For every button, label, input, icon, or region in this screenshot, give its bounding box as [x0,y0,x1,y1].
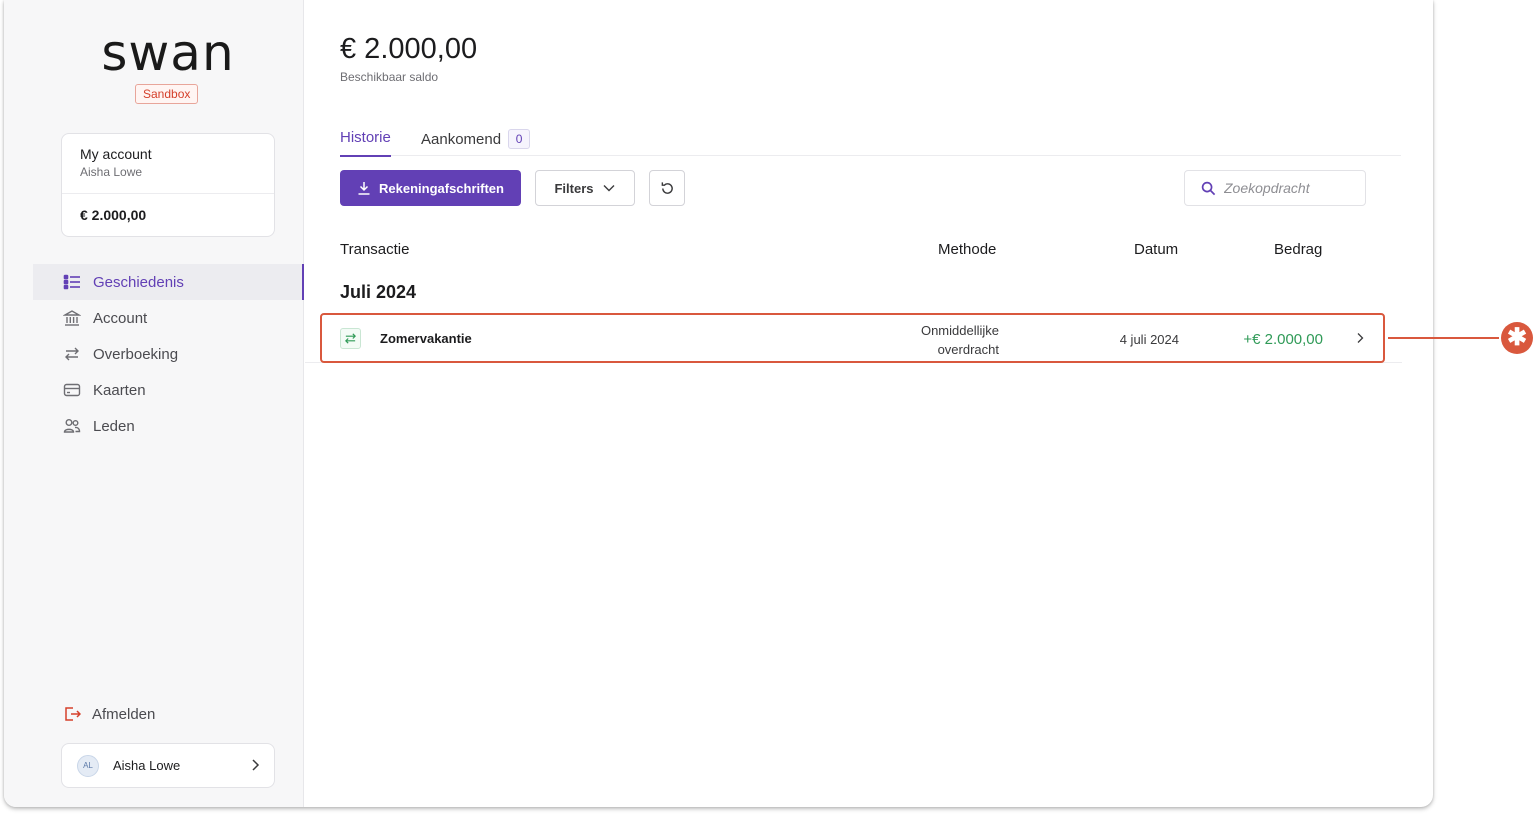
tab-bar: Historie Aankomend 0 [340,124,1401,157]
column-header-transaction: Transactie [340,241,410,258]
sidebar-item-label: Leden [93,417,135,435]
sidebar-item-overboeking[interactable]: Overboeking [33,336,304,372]
refresh-icon [660,181,675,196]
sidebar-nav: Geschiedenis Account Overboeking Kaarten… [33,264,304,444]
sidebar-item-label: Geschiedenis [93,273,184,291]
tab-historie[interactable]: Historie [340,129,391,157]
chevron-right-icon [248,758,262,777]
logout-label: Afmelden [92,705,156,723]
search-icon [1201,181,1216,196]
tab-label: Aankomend [421,131,502,148]
transaction-row[interactable]: Zomervakantie Onmiddellijke overdracht 4… [305,316,1402,363]
sidebar-item-leden[interactable]: Leden [33,408,304,444]
divider [62,193,274,194]
download-statements-button[interactable]: Rekeningafschriften [340,170,521,206]
user-name: Aisha Lowe [113,758,181,773]
members-icon [63,417,81,435]
sandbox-badge: Sandbox [135,84,199,104]
user-menu-button[interactable]: AL Aisha Lowe [61,743,275,788]
sidebar-item-account[interactable]: Account [33,300,304,336]
available-balance: € 2.000,00 [340,33,478,65]
list-icon [63,273,81,291]
sidebar-item-kaarten[interactable]: Kaarten [33,372,304,408]
sidebar-item-label: Account [93,309,148,327]
card-icon [63,381,81,399]
sidebar-item-label: Overboeking [93,345,179,363]
download-icon [357,181,371,195]
available-balance-label: Beschikbaar saldo [340,70,439,84]
transaction-name: Zomervakantie [380,331,472,346]
avatar: AL [77,754,99,777]
annotation-marker: ✱ [1501,322,1533,354]
tab-count-badge: 0 [508,129,531,149]
logout-button[interactable]: Afmelden [63,704,155,724]
transaction-method-line1: Onmiddellijke [920,323,999,338]
filters-button[interactable]: Filters [535,170,635,206]
logout-icon [63,705,81,723]
transaction-method: Onmiddellijke overdracht [869,321,999,359]
chevron-right-icon [1354,332,1366,344]
swan-logo: swan [101,24,235,82]
search-field[interactable] [1184,170,1366,206]
account-card[interactable]: My account Aisha Lowe € 2.000,00 [61,133,275,237]
transaction-date: 4 juli 2024 [1119,332,1179,347]
refresh-button[interactable] [649,170,685,206]
tab-aankomend[interactable]: Aankomend 0 [421,129,531,149]
transaction-method-line2: overdracht [937,342,999,357]
month-group-title: Juli 2024 [340,282,417,302]
sidebar: swan Sandbox My account Aisha Lowe € 2.0… [4,0,304,807]
transaction-amount: +€ 2.000,00 [1243,331,1323,348]
column-header-date: Datum [1134,241,1179,258]
download-statements-label: Rekeningafschriften [379,180,504,196]
app-window: swan Sandbox My account Aisha Lowe € 2.0… [4,0,1433,807]
account-balance: € 2.000,00 [80,207,147,223]
account-holder: Aisha Lowe [80,165,143,179]
filters-label: Filters [554,180,594,196]
chevron-down-icon [602,181,616,195]
transfer-icon [63,345,81,363]
main-content: € 2.000,00 Beschikbaar saldo Historie Aa… [305,0,1433,807]
sidebar-item-geschiedenis[interactable]: Geschiedenis [33,264,304,300]
column-header-amount: Bedrag [1274,241,1323,258]
bank-icon [63,309,81,327]
column-header-method: Methode [938,241,997,258]
annotation-connector-line [1388,337,1499,339]
account-name: My account [80,146,152,162]
search-input[interactable] [1224,180,1354,196]
transfer-icon [340,328,361,349]
tab-label: Historie [340,129,391,146]
sidebar-item-label: Kaarten [93,381,146,399]
